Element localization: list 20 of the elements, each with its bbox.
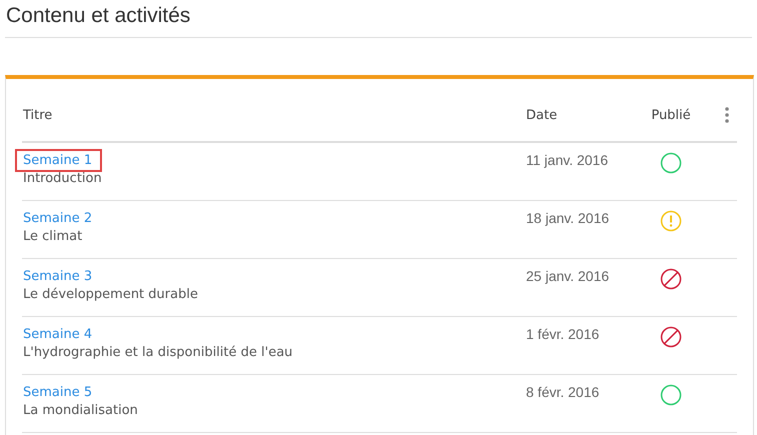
week-subtitle: L'hydrographie et la disponibilité de l'eau	[23, 345, 294, 360]
week-subtitle: Introduction	[23, 171, 103, 186]
date-text: 1 févr. 2016	[526, 326, 600, 342]
week-link[interactable]: Semaine 1	[17, 151, 100, 170]
week-link[interactable]: Semaine 4	[23, 325, 98, 344]
page-title: Contenu et activités	[5, 3, 192, 29]
date-text: 25 janv. 2016	[526, 268, 610, 284]
date-text: 18 janv. 2016	[526, 210, 610, 226]
more-options-icon[interactable]	[724, 107, 730, 123]
week-subtitle: Le climat	[23, 229, 84, 244]
column-header: Publié	[650, 108, 692, 122]
week-link[interactable]: Semaine 3	[23, 267, 98, 286]
week-subtitle: La mondialisation	[23, 403, 139, 418]
date-text: 11 janv. 2016	[526, 152, 608, 168]
week-link[interactable]: Semaine 2	[23, 209, 98, 228]
column-header: Date	[526, 108, 558, 122]
column-header: Titre	[22, 108, 54, 122]
week-link[interactable]: Semaine 5	[23, 383, 98, 402]
date-text: 8 févr. 2016	[526, 384, 600, 400]
week-subtitle: Le développement durable	[23, 287, 199, 302]
